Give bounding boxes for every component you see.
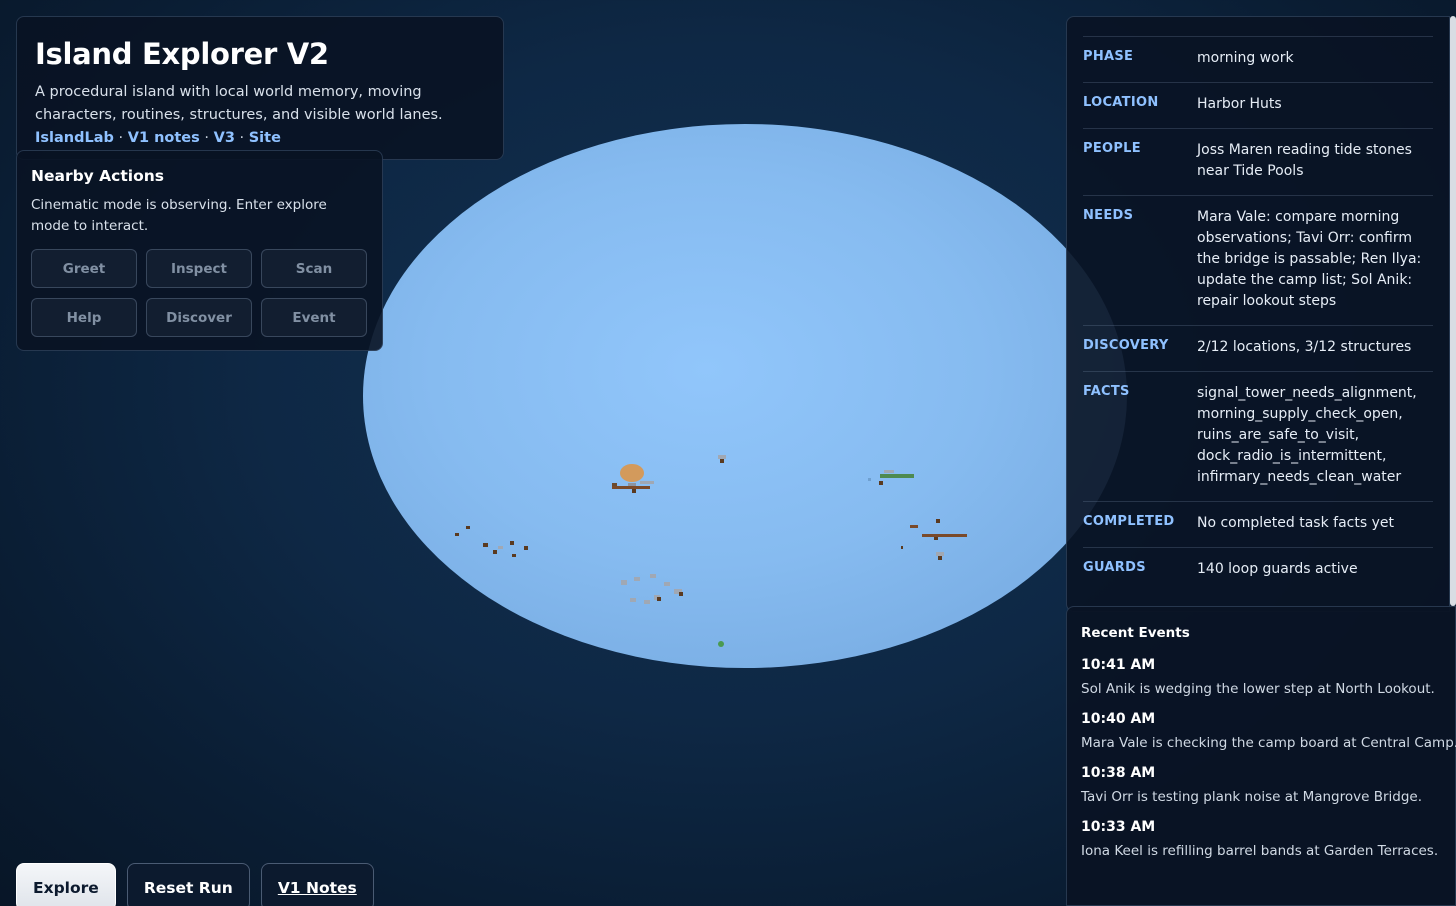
status-value: signal_tower_needs_alignment, morning_su… (1197, 385, 1417, 485)
v1-notes-label: V1 Notes (277, 879, 357, 897)
status-value: Harbor Huts (1197, 96, 1282, 112)
status-key: GUARDS (1083, 560, 1146, 575)
page-title: Island Explorer V2 (35, 37, 329, 71)
status-panel[interactable]: PHASE morning work LOCATION Harbor Huts … (1066, 16, 1450, 612)
islandlab-link[interactable]: IslandLab (35, 130, 114, 146)
event-time: 10:33 AM (1081, 819, 1156, 835)
event-text: Iona Keel is refilling barrel bands at G… (1081, 843, 1439, 859)
event-item: 10:40 AM Mara Vale is checking the camp … (1081, 711, 1456, 751)
event-item: 10:41 AM Sol Anik is wedging the lower s… (1081, 657, 1441, 697)
status-row-location: LOCATION Harbor Huts (1083, 82, 1433, 128)
discover-button[interactable]: Discover (146, 298, 252, 337)
actions-button-grid: Greet Inspect Scan Help Discover Event (31, 249, 368, 337)
separator: · (239, 130, 245, 146)
actions-note: Cinematic mode is observing. Enter explo… (31, 197, 327, 234)
status-row-completed: COMPLETED No completed task facts yet (1083, 501, 1433, 547)
status-row-phase: PHASE morning work (1083, 36, 1433, 82)
island-shape (363, 124, 1127, 668)
camp-tent (620, 464, 644, 482)
site-link[interactable]: Site (249, 130, 281, 146)
v1-notes-link[interactable]: V1 notes (128, 130, 200, 146)
greet-button[interactable]: Greet (31, 249, 137, 288)
event-text: Mara Vale is checking the camp board at … (1081, 735, 1456, 751)
status-key: LOCATION (1083, 95, 1159, 110)
status-key: PEOPLE (1083, 141, 1141, 156)
status-key: FACTS (1083, 384, 1130, 399)
character-marker[interactable] (718, 641, 724, 647)
title-panel: Island Explorer V2 A procedural island w… (16, 16, 504, 160)
event-time: 10:41 AM (1081, 657, 1156, 673)
inspect-button[interactable]: Inspect (146, 249, 252, 288)
event-text: Tavi Orr is testing plank noise at Mangr… (1081, 789, 1423, 805)
event-time: 10:40 AM (1081, 711, 1156, 727)
status-key: DISCOVERY (1083, 338, 1169, 353)
actions-title: Nearby Actions (31, 167, 164, 185)
page-description: A procedural island with local world mem… (35, 81, 485, 150)
event-item: 10:38 AM Tavi Orr is testing plank noise… (1081, 765, 1441, 805)
scan-button[interactable]: Scan (261, 249, 367, 288)
v3-link[interactable]: V3 (214, 130, 235, 146)
status-row-facts: FACTS signal_tower_needs_alignment, morn… (1083, 371, 1433, 501)
recent-events-panel: Recent Events 10:41 AM Sol Anik is wedgi… (1066, 606, 1456, 906)
status-row-needs: NEEDS Mara Vale: compare morning observa… (1083, 195, 1433, 325)
reset-run-button[interactable]: Reset Run (126, 863, 250, 906)
explore-button[interactable]: Explore (16, 863, 116, 906)
event-button[interactable]: Event (261, 298, 367, 337)
event-item: 10:33 AM Iona Keel is refilling barrel b… (1081, 819, 1441, 859)
status-key: PHASE (1083, 49, 1134, 64)
status-value: 140 loop guards active (1197, 561, 1358, 577)
separator: · (204, 130, 209, 146)
v1-notes-button[interactable]: V1 Notes (260, 863, 374, 906)
status-value: No completed task facts yet (1197, 515, 1394, 531)
status-row-guards: GUARDS 140 loop guards active (1083, 547, 1433, 593)
status-row-people: PEOPLE Joss Maren reading tide stones ne… (1083, 128, 1433, 195)
events-title: Recent Events (1081, 625, 1190, 641)
status-value: 2/12 locations, 3/12 structures (1197, 339, 1412, 355)
status-key: NEEDS (1083, 208, 1134, 223)
nearby-actions-panel: Nearby Actions Cinematic mode is observi… (16, 150, 383, 351)
status-value: morning work (1197, 50, 1294, 66)
status-scrollbar[interactable] (1450, 16, 1456, 606)
separator: · (118, 130, 124, 146)
bottom-toolbar: Explore Reset Run V1 Notes (16, 863, 374, 906)
description-text: A procedural island with local world mem… (35, 84, 443, 123)
status-value: Joss Maren reading tide stones near Tide… (1197, 142, 1412, 179)
status-row-discovery: DISCOVERY 2/12 locations, 3/12 structure… (1083, 325, 1433, 371)
event-text: Sol Anik is wedging the lower step at No… (1081, 681, 1435, 697)
help-button[interactable]: Help (31, 298, 137, 337)
status-value: Mara Vale: compare morning observations;… (1197, 209, 1422, 309)
status-key: COMPLETED (1083, 514, 1175, 529)
event-time: 10:38 AM (1081, 765, 1156, 781)
